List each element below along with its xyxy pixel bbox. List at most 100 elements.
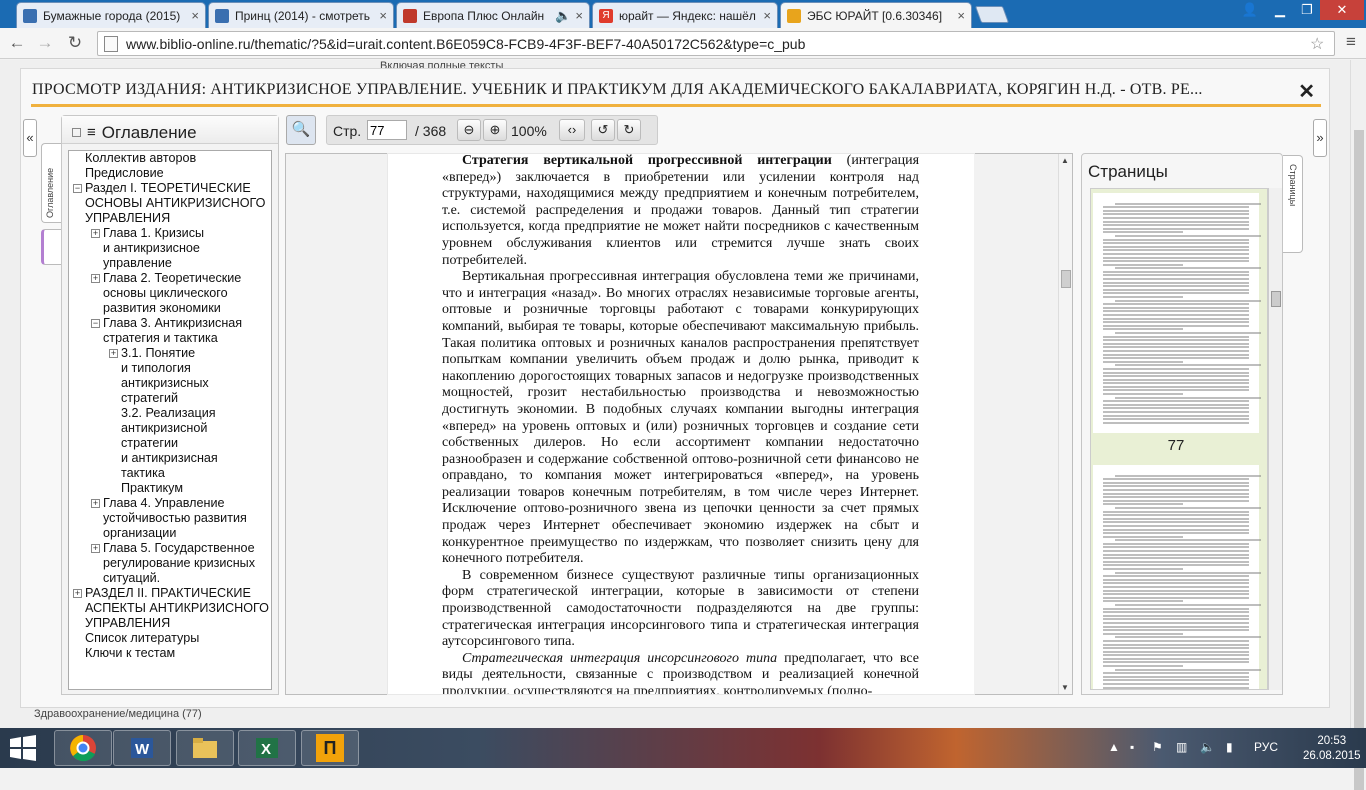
expand-icon[interactable]: + <box>73 589 82 598</box>
toc-item[interactable]: + Глава 4. Управление <box>69 496 271 511</box>
tray-app-icon[interactable]: ▪ <box>1130 740 1134 754</box>
toc-item[interactable]: организации <box>69 526 271 541</box>
toc-side-tab[interactable]: Оглавление <box>41 143 61 223</box>
menu-icon[interactable]: ≡ <box>1340 32 1362 54</box>
collapse-icon[interactable]: − <box>73 184 82 193</box>
toc-item[interactable]: УПРАВЛЕНИЯ <box>69 616 271 631</box>
zoom-in-icon[interactable]: ⊕ <box>483 119 507 141</box>
toc-item[interactable]: 3.2. Реализация <box>69 406 271 421</box>
network-bars-icon[interactable]: ▮ <box>1226 740 1233 754</box>
toc-item[interactable]: стратегия и тактика <box>69 331 271 346</box>
clock[interactable]: 20:53 26.08.2015 <box>1303 734 1361 764</box>
toc-item[interactable]: основы циклического <box>69 286 271 301</box>
collapse-icon[interactable]: − <box>91 319 100 328</box>
new-tab-button[interactable] <box>974 6 1010 23</box>
expand-icon[interactable]: + <box>91 499 100 508</box>
user-icon[interactable]: 👤 <box>1238 0 1262 20</box>
chrome-icon[interactable] <box>54 730 112 766</box>
toc-item[interactable]: стратегий <box>69 391 271 406</box>
toc-item[interactable]: Список литературы <box>69 631 271 646</box>
zoom-out-icon[interactable]: ⊖ <box>457 119 481 141</box>
tab-1[interactable]: Принц (2014) - смотреть × <box>208 2 394 28</box>
tab-2[interactable]: Европа Плюс Онлайн 🔈 × <box>396 2 590 28</box>
toc-item[interactable]: ситуаций. <box>69 571 271 586</box>
fit-width-icon[interactable]: ‹› <box>559 119 585 141</box>
expand-icon[interactable]: + <box>91 544 100 553</box>
toc-item[interactable]: тактика <box>69 466 271 481</box>
toc-item[interactable]: регулирование кризисных <box>69 556 271 571</box>
toc-item[interactable]: АСПЕКТЫ АНТИКРИЗИСНОГО <box>69 601 271 616</box>
toc-item[interactable]: стратегии <box>69 436 271 451</box>
restore-icon[interactable]: ❐ <box>1294 0 1320 20</box>
forward-arrow-icon[interactable]: → <box>34 32 56 54</box>
toc-item[interactable]: Предисловие <box>69 166 271 181</box>
toc-item[interactable]: антикризисной <box>69 421 271 436</box>
document-viewport[interactable]: Стратегия вертикальной прогрессивной инт… <box>285 153 1073 695</box>
pages-side-tab[interactable]: Страницы <box>1283 155 1303 253</box>
word-icon[interactable]: W <box>113 730 171 766</box>
toc-item[interactable]: +3.1. Понятие <box>69 346 271 361</box>
speaker-icon[interactable]: 🔈 <box>555 8 571 24</box>
close-tab-icon[interactable]: × <box>191 8 199 23</box>
scroll-up-icon[interactable]: ▲ <box>1061 156 1069 165</box>
toc-item[interactable]: и антикризисная <box>69 451 271 466</box>
close-tab-icon[interactable]: × <box>379 8 387 23</box>
collapse-left-icon[interactable]: « <box>23 119 37 157</box>
keyboard-language[interactable]: РУС <box>1254 740 1278 754</box>
collapse-right-icon[interactable]: » <box>1313 119 1327 157</box>
toc-item[interactable]: Практикум <box>69 481 271 496</box>
close-tab-icon[interactable]: × <box>957 8 965 23</box>
toc-item[interactable]: Ключи к тестам <box>69 646 271 661</box>
windows-start-icon[interactable] <box>8 734 38 762</box>
rotate-right-icon[interactable]: ↻ <box>617 119 641 141</box>
toc-item[interactable]: Коллектив авторов <box>69 151 271 166</box>
toc-item[interactable]: − Раздел I. ТЕОРЕТИЧЕСКИЕ <box>69 181 271 196</box>
expand-icon[interactable]: + <box>109 349 118 358</box>
page-thumbnails[interactable]: 77 <box>1090 188 1268 690</box>
tab-3[interactable]: Я юрайт — Яндекс: нашёл × <box>592 2 778 28</box>
excel-icon[interactable]: X <box>238 730 296 766</box>
bookmarks-side-tab[interactable] <box>41 229 61 265</box>
toc-item[interactable]: − Глава 3. Антикризисная <box>69 316 271 331</box>
expand-icon[interactable]: + <box>91 274 100 283</box>
toc-item[interactable]: устойчивостью развития <box>69 511 271 526</box>
collapse-square-icon[interactable] <box>72 128 81 137</box>
toc-item[interactable]: УПРАВЛЕНИЯ <box>69 211 271 226</box>
tab-0[interactable]: Бумажные города (2015) × <box>16 2 206 28</box>
volume-icon[interactable]: 🔈 <box>1200 740 1215 754</box>
toc-item[interactable]: + Глава 2. Теоретические <box>69 271 271 286</box>
explorer-icon[interactable] <box>176 730 234 766</box>
toc-item[interactable]: и типология <box>69 361 271 376</box>
network-icon[interactable]: ▥ <box>1176 740 1187 754</box>
page-thumbnail[interactable] <box>1093 193 1261 433</box>
page-scrollbar[interactable] <box>1350 60 1366 790</box>
close-tab-icon[interactable]: × <box>575 8 583 23</box>
app-p-icon[interactable]: П <box>301 730 359 766</box>
toc-item[interactable]: управление <box>69 256 271 271</box>
minimize-icon[interactable]: ▁ <box>1266 0 1294 20</box>
address-bar[interactable]: www.biblio-online.ru/thematic/?5&id=urai… <box>97 31 1335 56</box>
rotate-left-icon[interactable]: ↺ <box>591 119 615 141</box>
toc-item[interactable]: + Глава 5. Государственное <box>69 541 271 556</box>
close-window-icon[interactable]: ✕ <box>1320 0 1364 20</box>
magnifier-icon[interactable]: 🔍 <box>286 115 316 145</box>
reload-icon[interactable]: ↻ <box>64 32 86 54</box>
tab-4[interactable]: ЭБС ЮРАЙТ [0.6.30346] × <box>780 2 972 28</box>
toc-item[interactable]: и антикризисное <box>69 241 271 256</box>
toc-item[interactable]: ОСНОВЫ АНТИКРИЗИСНОГО <box>69 196 271 211</box>
close-viewer-icon[interactable]: ✕ <box>1298 79 1315 104</box>
toc-item[interactable]: развития экономики <box>69 301 271 316</box>
pages-scrollbar[interactable] <box>1268 188 1282 690</box>
page-number-input[interactable] <box>367 120 407 140</box>
document-scrollbar[interactable]: ▲ ▼ <box>1058 154 1072 694</box>
toc-item[interactable]: + РАЗДЕЛ II. ПРАКТИЧЕСКИЕ <box>69 586 271 601</box>
scroll-thumb[interactable] <box>1271 291 1281 307</box>
star-icon[interactable]: ☆ <box>1310 34 1334 54</box>
toc-item[interactable]: антикризисных <box>69 376 271 391</box>
scroll-thumb[interactable] <box>1354 130 1364 790</box>
toc-item[interactable]: + Глава 1. Кризисы <box>69 226 271 241</box>
close-tab-icon[interactable]: × <box>763 8 771 23</box>
scroll-thumb[interactable] <box>1061 270 1071 288</box>
page-thumbnail[interactable] <box>1093 465 1261 689</box>
expand-icon[interactable]: + <box>91 229 100 238</box>
